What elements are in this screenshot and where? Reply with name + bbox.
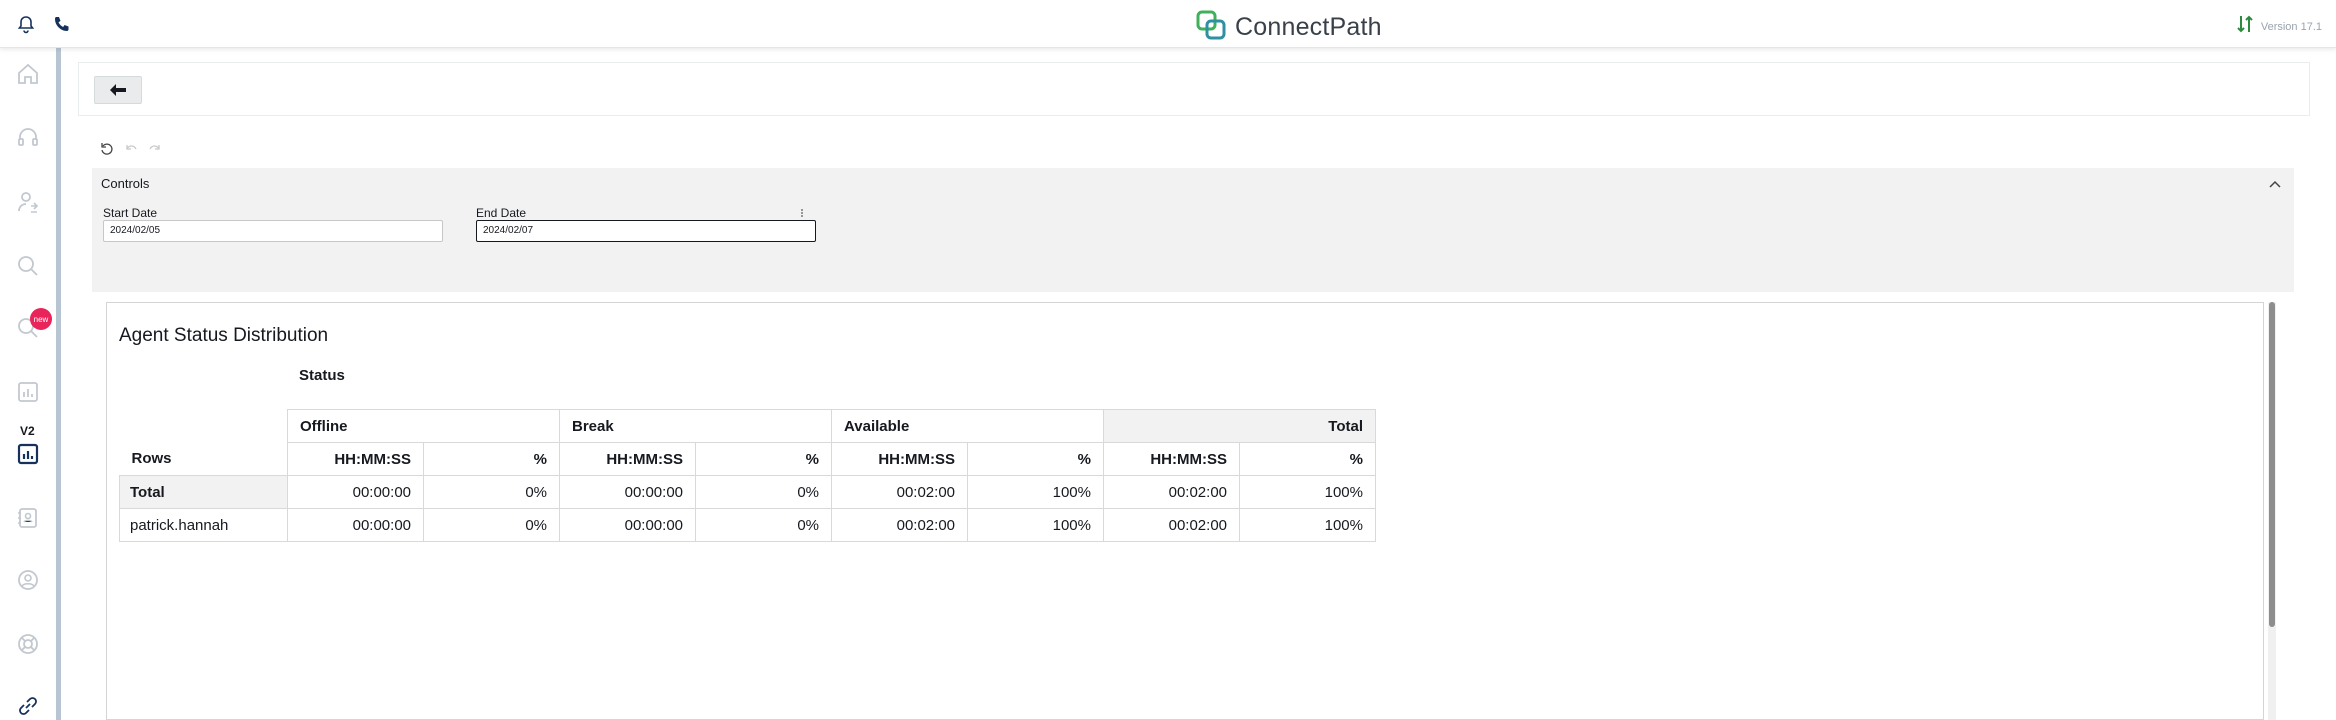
table-cell: 00:02:00	[831, 508, 968, 542]
brand-name: ConnectPath	[1235, 13, 1382, 41]
undo-icon[interactable]	[124, 142, 138, 161]
top-bar: ConnectPath Version 17.1	[0, 0, 2336, 48]
sub-header-pct[interactable]: %	[695, 442, 832, 476]
sidebar-item-contacts[interactable]	[14, 504, 42, 532]
vertical-scrollbar[interactable]	[2268, 302, 2276, 720]
table-cell: 00:00:00	[287, 475, 424, 509]
phone-icon[interactable]	[52, 14, 72, 34]
dashboard: Controls Start Date 2024/02/05 End Date …	[92, 132, 2296, 720]
search-icon	[18, 256, 38, 276]
table-cell: 0%	[423, 475, 560, 509]
group-header-available[interactable]: Available	[831, 409, 1104, 443]
controls-panel: Controls Start Date 2024/02/05 End Date …	[92, 168, 2294, 292]
main-content: Controls Start Date 2024/02/05 End Date …	[78, 62, 2310, 720]
sub-header-pct[interactable]: %	[1239, 442, 1376, 476]
table-row-total: Total 00:00:00 0% 00:00:00 0% 00:02:00 1…	[119, 475, 1376, 509]
row-label[interactable]: Total	[119, 475, 288, 509]
reset-icon[interactable]	[100, 142, 114, 161]
redo-icon[interactable]	[148, 142, 162, 161]
sidebar-item-headset[interactable]	[14, 124, 42, 152]
table-cell: 100%	[967, 508, 1104, 542]
sidebar-item-profile[interactable]	[14, 566, 42, 594]
table-cell: 0%	[695, 475, 832, 509]
group-header-total[interactable]: Total	[1103, 409, 1376, 443]
table-cell: 00:00:00	[559, 475, 696, 509]
table-cell: 00:02:00	[1103, 508, 1240, 542]
table-cell: 00:02:00	[831, 475, 968, 509]
headset-icon	[18, 128, 38, 146]
sidebar-item-home[interactable]	[14, 60, 42, 88]
pivot-visual: Agent Status Distribution Status Offline…	[106, 302, 2264, 720]
column-dimension-label: Status	[299, 367, 345, 384]
scrollbar-thumb[interactable]	[2269, 302, 2275, 627]
new-badge: new	[30, 308, 52, 330]
table-cell: 100%	[967, 475, 1104, 509]
group-header-offline[interactable]: Offline	[287, 409, 560, 443]
link-icon	[19, 697, 37, 715]
lifebuoy-icon	[18, 634, 38, 654]
connectpath-logo-icon	[1195, 9, 1227, 46]
sub-header-time[interactable]: HH:MM:SS	[831, 442, 968, 476]
back-panel	[78, 62, 2310, 116]
contact-book-icon	[18, 508, 37, 528]
visual-title: Agent Status Distribution	[119, 325, 329, 346]
sidebar-item-support[interactable]	[14, 630, 42, 658]
version-label: Version 17.1	[2260, 20, 2322, 33]
sidebar	[0, 48, 56, 720]
end-date-field[interactable]: 2024/02/07	[476, 220, 816, 242]
sub-header-time[interactable]: HH:MM:SS	[287, 442, 424, 476]
bar-chart-icon	[17, 443, 39, 465]
sidebar-item-agent-transfer[interactable]	[14, 188, 42, 216]
table-row: patrick.hannah 00:00:00 0% 00:00:00 0% 0…	[119, 508, 1376, 542]
rows-header[interactable]: Rows	[119, 442, 288, 476]
brand-logo: ConnectPath	[1195, 9, 1382, 46]
bell-icon[interactable]	[16, 14, 36, 34]
version-area: Version 17.1	[2237, 14, 2322, 39]
user-circle-icon	[18, 570, 38, 590]
header-left-icons	[16, 14, 72, 34]
bar-chart-icon	[18, 382, 38, 402]
sidebar-rail	[56, 48, 61, 720]
row-label[interactable]: patrick.hannah	[119, 508, 288, 542]
table-cell: 00:00:00	[287, 508, 424, 542]
sidebar-item-reports-v2[interactable]	[14, 440, 42, 468]
table-cell: 00:02:00	[1103, 475, 1240, 509]
start-date-label: Start Date	[103, 206, 158, 220]
sidebar-item-links[interactable]	[14, 692, 42, 720]
table-cell: 100%	[1239, 508, 1376, 542]
table-cell: 00:00:00	[559, 508, 696, 542]
sub-header-time[interactable]: HH:MM:SS	[1103, 442, 1240, 476]
table-cell: 0%	[423, 508, 560, 542]
controls-title[interactable]: Controls	[101, 176, 149, 191]
chevron-up-icon[interactable]	[2268, 176, 2282, 194]
table-cell: 0%	[695, 508, 832, 542]
sidebar-item-search[interactable]	[14, 252, 42, 280]
start-date-field[interactable]: 2024/02/05	[103, 220, 443, 242]
group-header-break[interactable]: Break	[559, 409, 832, 443]
end-date-label: End Date	[476, 206, 527, 220]
sub-header-time[interactable]: HH:MM:SS	[559, 442, 696, 476]
sub-header-pct[interactable]: %	[423, 442, 560, 476]
back-button[interactable]	[94, 76, 142, 104]
user-transfer-icon	[18, 192, 39, 213]
v2-label: V2	[20, 424, 35, 438]
home-icon	[18, 63, 38, 84]
sort-arrows-icon[interactable]	[2237, 14, 2253, 39]
blank-cell	[120, 410, 288, 443]
pivot-table: Offline Break Available Total Rows HH:MM…	[119, 409, 1376, 542]
sidebar-item-reports[interactable]	[14, 378, 42, 406]
history-toolbar	[100, 142, 162, 161]
table-cell: 100%	[1239, 475, 1376, 509]
arrow-left-icon	[110, 84, 126, 96]
sub-header-pct[interactable]: %	[967, 442, 1104, 476]
